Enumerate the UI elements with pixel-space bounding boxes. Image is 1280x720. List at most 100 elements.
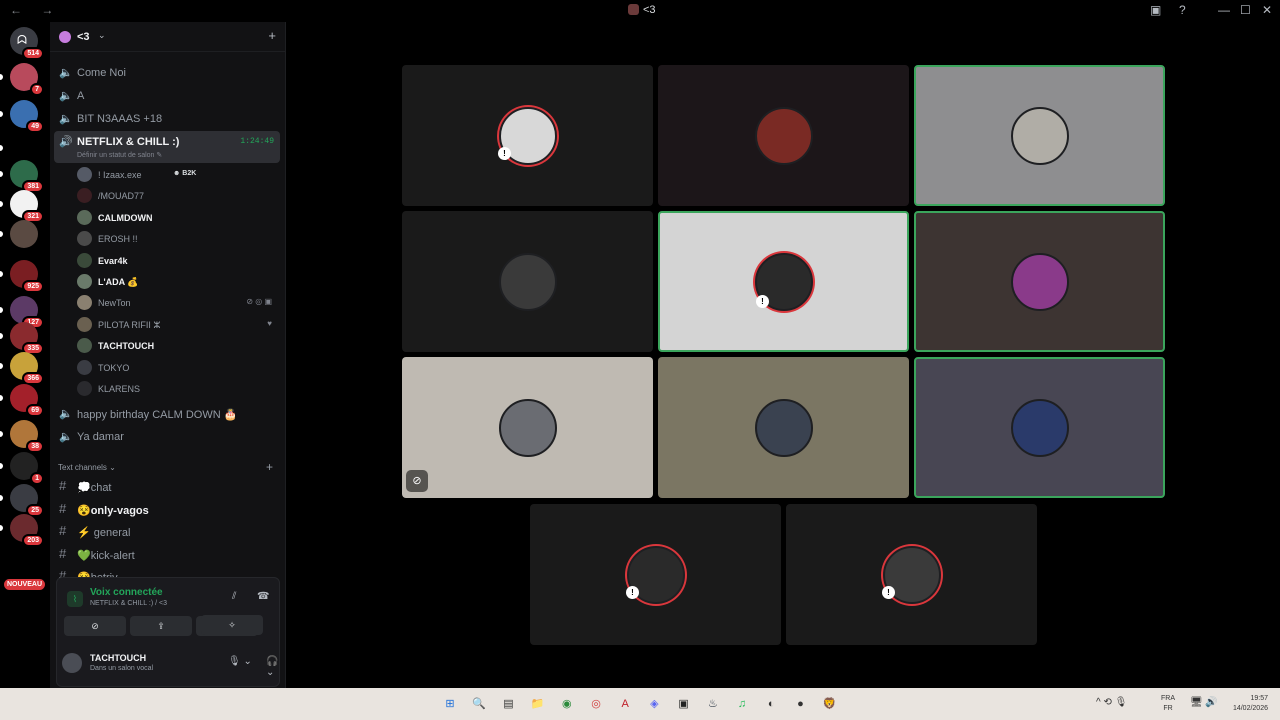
member-name: NewTon [98,298,131,309]
camera-button[interactable]: ⊘ [64,616,126,636]
text-channel[interactable]: # ⚡ general [54,521,280,543]
taskbar-app-icon[interactable]: ♨ [704,695,722,713]
participant-tile[interactable]: ! [530,504,781,645]
server-icon[interactable]: 49 [0,100,44,133]
clock-date: 14/02/2026 [1232,705,1268,712]
camera-off-icon[interactable]: ⊘ [406,470,428,492]
voice-member[interactable]: EROSH !! [77,228,277,249]
avatar [1010,252,1069,311]
user-name[interactable]: TACHTOUCH [90,653,146,663]
taskbar-app-icon[interactable]: ⊞ [441,695,459,713]
channel-label: NETFLIX & CHILL :) [77,136,180,148]
member-name: KLARENS [98,384,141,394]
participant-tile[interactable]: ⊘ [402,357,653,498]
avatar [77,209,92,225]
server-icon[interactable]: 321 [0,190,44,223]
participant-tile[interactable] [658,65,909,206]
invite-icon[interactable]: + [268,28,276,43]
participant-tile[interactable] [914,211,1165,352]
voice-connected-title[interactable]: Voix connectée [90,587,163,598]
volume-icon[interactable]: 🔊 [1205,697,1217,708]
add-channel-icon[interactable]: + [266,460,273,474]
avatar[interactable] [62,653,82,673]
taskbar-app-icon[interactable]: ◉ [558,695,576,713]
voice-member[interactable]: ! Izaax.exe ☻ B2K [77,164,277,185]
participant-tile[interactable]: ! [658,211,909,352]
taskbar-app-icon[interactable]: ● [791,695,809,713]
server-icon[interactable]: 38 [0,420,44,453]
channel-status[interactable]: Définir un statut de salon ✎ [77,151,162,159]
voice-member[interactable]: TACHTOUCH [77,335,277,356]
language-indicator[interactable]: FRA FR [1161,694,1175,714]
voice-member[interactable]: /MOUAD77 [77,185,277,206]
share-screen-button[interactable]: ⇪ [130,616,192,636]
text-channel[interactable]: # 💚kick-alert [54,544,280,566]
taskbar-app-icon[interactable]: A [616,695,634,713]
category-text-channels[interactable]: Text channels ⌄ [58,463,116,472]
guild-header[interactable]: <3 ⌄ + [50,22,286,52]
server-icon[interactable] [0,220,38,248]
clock[interactable]: 19:57 14/02/2026 [1224,694,1268,714]
server-icon[interactable]: 925 [0,260,44,293]
voice-channel-a[interactable]: 🔈 A [54,85,280,107]
server-icon[interactable] [0,134,38,162]
taskbar-app-icon[interactable]: ◐ [762,695,780,713]
taskbar-app-icon[interactable]: ♫ [733,695,751,713]
server-icon[interactable]: 1 [0,452,44,485]
server-icon[interactable]: 381 [0,160,44,193]
participant-tile[interactable] [402,211,653,352]
voice-channel-come-noi[interactable]: 🔈 Come Noi [54,62,280,84]
microphone-icon[interactable]: 🎙 ⌄ [228,656,252,667]
disconnect-icon[interactable]: ☎ [257,591,269,602]
server-icon[interactable]: 335 [0,322,44,355]
server-icon[interactable]: 203 [0,514,44,547]
taskbar-app-icon[interactable]: ▤ [499,695,517,713]
text-channel[interactable]: # 💭chat [54,476,280,498]
participant-tile[interactable]: ! [786,504,1037,645]
taskbar-app-icon[interactable]: 🔍 [470,695,488,713]
participant-tile[interactable] [914,65,1165,206]
network-icon[interactable]: 🖥 [1190,697,1203,708]
text-channel[interactable]: # 😵only-vagos [54,499,280,521]
soundboard-button[interactable]: ✧ [201,615,263,635]
signal-icon[interactable]: ⌇ [67,591,83,607]
participant-tile[interactable]: ! [402,65,653,206]
direct-messages-button[interactable]: ᗣ 514 [10,27,44,60]
taskbar-app-icon[interactable]: ◈ [645,695,663,713]
taskbar-app-icon[interactable]: ▣ [675,695,693,713]
help-icon[interactable]: ? [1179,3,1186,17]
server-icon[interactable]: 69 [0,384,44,417]
voice-member[interactable]: Evar4k [77,250,277,271]
voice-channel-bit[interactable]: 🔈 BIT N3AAAS +18 [54,108,280,130]
server-icon[interactable]: 127 [0,296,44,329]
voice-member[interactable]: L'ADA 💰 [77,271,277,292]
maximize-button[interactable]: ☐ [1240,3,1251,17]
voice-channel-birthday[interactable]: 🔈 happy birthday CALM DOWN 🎂 [54,403,280,425]
voice-channel-active[interactable]: 🔊 NETFLIX & CHILL :) 1:24:49 Définir un … [54,131,280,163]
voice-member[interactable]: TOKYO [77,357,277,378]
nav-arrows[interactable]: ← → [10,3,61,17]
taskbar-app-icon[interactable]: 🦁 [821,695,839,713]
voice-member[interactable]: CALMDOWN [77,207,277,228]
close-button[interactable]: ✕ [1262,3,1272,17]
minimize-button[interactable]: — [1218,3,1230,17]
participant-tile[interactable] [914,357,1165,498]
noise-suppression-icon[interactable]: ⫽ [232,591,236,602]
system-tray[interactable]: ^ ⟲ 🎙 [1096,697,1127,708]
user-status: Dans un salon vocal [90,665,154,672]
server-icon[interactable]: 7 [0,63,44,96]
guild-name: <3 [77,31,90,43]
taskbar-app-icon[interactable]: 📁 [529,695,547,713]
unread-pill [0,145,3,151]
voice-member[interactable]: KLARENS [77,378,277,399]
server-badge: 925 [22,280,44,293]
voice-channel-ya-damar[interactable]: 🔈 Ya damar [54,426,280,448]
participant-tile[interactable] [658,357,909,498]
inbox-icon[interactable]: ▣ [1150,3,1161,17]
server-icon[interactable]: 25 [0,484,44,517]
server-icon[interactable]: 366 [0,352,44,385]
voice-member[interactable]: PILOTA RIFII ⵣ ♥ [77,314,277,335]
taskbar-app-icon[interactable]: ◎ [587,695,605,713]
voice-member[interactable]: NewTon ⊘ ◎ ▣ [77,292,277,313]
headset-icon[interactable]: 🎧 ⌄ [266,656,280,678]
